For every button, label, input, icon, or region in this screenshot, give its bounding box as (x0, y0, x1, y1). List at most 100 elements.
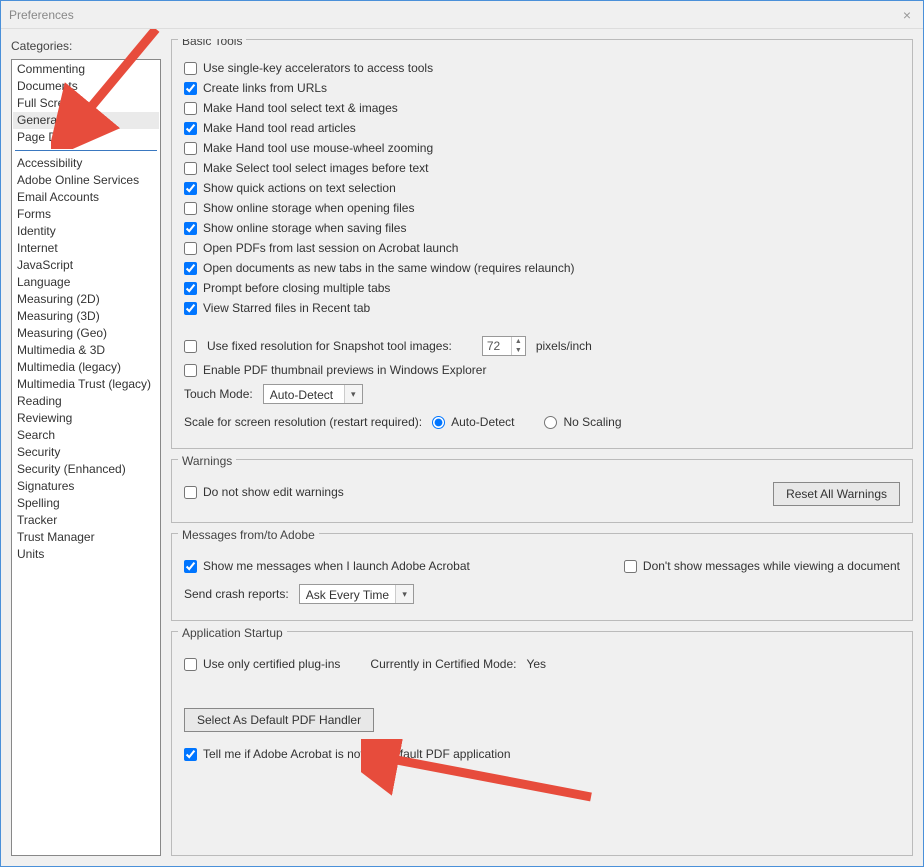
touch-mode-value: Auto-Detect (264, 385, 344, 403)
category-item[interactable]: Units (13, 546, 159, 563)
category-item[interactable]: Multimedia Trust (legacy) (13, 376, 159, 393)
category-item[interactable]: Trust Manager (13, 529, 159, 546)
touch-mode-select[interactable]: Auto-Detect ▾ (263, 384, 363, 404)
option-checkbox[interactable] (184, 282, 197, 295)
categories-label: Categories: (11, 39, 161, 53)
category-item[interactable]: Measuring (Geo) (13, 325, 159, 342)
snapshot-row: Use fixed resolution for Snapshot tool i… (184, 332, 900, 360)
edit-warnings-checkbox[interactable] (184, 486, 197, 499)
option-checkbox[interactable] (184, 202, 197, 215)
scale-none-radio[interactable] (544, 416, 557, 429)
category-item[interactable]: Internet (13, 240, 159, 257)
categories-list[interactable]: CommentingDocumentsFull ScreenGeneralPag… (11, 59, 161, 856)
option-label: Show quick actions on text selection (203, 180, 396, 196)
basic-tools-option[interactable]: Show quick actions on text selection (184, 178, 900, 198)
show-messages-option[interactable]: Show me messages when I launch Adobe Acr… (184, 556, 470, 576)
option-label: Show online storage when opening files (203, 200, 414, 216)
certified-plugins-option[interactable]: Use only certified plug-ins (184, 654, 340, 674)
tellme-default-option[interactable]: Tell me if Adobe Acrobat is not my defau… (184, 744, 900, 764)
touch-mode-row: Touch Mode: Auto-Detect ▾ (184, 380, 900, 408)
category-item[interactable]: Adobe Online Services (13, 172, 159, 189)
category-item[interactable]: Signatures (13, 478, 159, 495)
category-item[interactable]: Language (13, 274, 159, 291)
option-label: Make Hand tool select text & images (203, 100, 398, 116)
option-checkbox[interactable] (184, 82, 197, 95)
messages-group: Messages from/to Adobe Show me messages … (171, 533, 913, 621)
category-item[interactable]: Identity (13, 223, 159, 240)
basic-tools-option[interactable]: Make Hand tool use mouse-wheel zooming (184, 138, 900, 158)
category-item[interactable]: JavaScript (13, 257, 159, 274)
option-checkbox[interactable] (184, 102, 197, 115)
thumbnail-checkbox[interactable] (184, 364, 197, 377)
category-item[interactable]: Page Display (13, 129, 159, 146)
option-label: Open PDFs from last session on Acrobat l… (203, 240, 458, 256)
show-messages-checkbox[interactable] (184, 560, 197, 573)
category-item[interactable]: Measuring (2D) (13, 291, 159, 308)
option-checkbox[interactable] (184, 182, 197, 195)
category-item[interactable]: Search (13, 427, 159, 444)
category-item[interactable]: Spelling (13, 495, 159, 512)
basic-tools-option[interactable]: Open PDFs from last session on Acrobat l… (184, 238, 900, 258)
category-item[interactable]: Reviewing (13, 410, 159, 427)
category-item[interactable]: Email Accounts (13, 189, 159, 206)
option-checkbox[interactable] (184, 242, 197, 255)
option-checkbox[interactable] (184, 222, 197, 235)
category-item[interactable]: Full Screen (13, 95, 159, 112)
option-checkbox[interactable] (184, 142, 197, 155)
reset-warnings-button[interactable]: Reset All Warnings (773, 482, 900, 506)
basic-tools-option[interactable]: Show online storage when saving files (184, 218, 900, 238)
thumbnail-label: Enable PDF thumbnail previews in Windows… (203, 362, 486, 378)
category-item[interactable]: Accessibility (13, 155, 159, 172)
scale-row: Scale for screen resolution (restart req… (184, 408, 900, 436)
category-item[interactable]: Reading (13, 393, 159, 410)
basic-tools-option[interactable]: Prompt before closing multiple tabs (184, 278, 900, 298)
option-checkbox[interactable] (184, 302, 197, 315)
category-item[interactable]: Documents (13, 78, 159, 95)
group-title: Messages from/to Adobe (178, 528, 319, 534)
scale-auto-option[interactable]: Auto-Detect (432, 412, 514, 432)
category-item[interactable]: Security (Enhanced) (13, 461, 159, 478)
category-item[interactable]: General (13, 112, 159, 129)
category-divider (15, 150, 157, 151)
crash-reports-select[interactable]: Ask Every Time ▾ (299, 584, 414, 604)
basic-tools-option[interactable]: Create links from URLs (184, 78, 900, 98)
spinner-down-icon[interactable]: ▼ (512, 346, 525, 355)
snapshot-spinner[interactable]: ▲▼ (482, 336, 526, 356)
settings-panel: Basic Tools Use single-key accelerators … (171, 39, 913, 856)
categories-sidebar: Categories: CommentingDocumentsFull Scre… (11, 39, 161, 856)
scale-auto-radio[interactable] (432, 416, 445, 429)
group-title: Application Startup (178, 626, 287, 632)
snapshot-value[interactable] (483, 337, 511, 355)
category-item[interactable]: Measuring (3D) (13, 308, 159, 325)
basic-tools-option[interactable]: Use single-key accelerators to access to… (184, 58, 900, 78)
category-item[interactable]: Forms (13, 206, 159, 223)
basic-tools-option[interactable]: Show online storage when opening files (184, 198, 900, 218)
category-item[interactable]: Security (13, 444, 159, 461)
basic-tools-option[interactable]: Make Hand tool select text & images (184, 98, 900, 118)
default-pdf-handler-button[interactable]: Select As Default PDF Handler (184, 708, 374, 732)
option-checkbox[interactable] (184, 262, 197, 275)
spinner-up-icon[interactable]: ▲ (512, 337, 525, 346)
crash-reports-value: Ask Every Time (300, 585, 395, 603)
category-item[interactable]: Tracker (13, 512, 159, 529)
scale-none-option[interactable]: No Scaling (544, 412, 621, 432)
close-icon[interactable]: × (899, 8, 915, 22)
basic-tools-option[interactable]: View Starred files in Recent tab (184, 298, 900, 318)
basic-tools-option[interactable]: Make Select tool select images before te… (184, 158, 900, 178)
hide-messages-checkbox[interactable] (624, 560, 637, 573)
option-checkbox[interactable] (184, 162, 197, 175)
snapshot-checkbox[interactable] (184, 340, 197, 353)
edit-warnings-option[interactable]: Do not show edit warnings (184, 482, 344, 502)
hide-messages-option[interactable]: Don't show messages while viewing a docu… (624, 556, 900, 576)
certified-plugins-checkbox[interactable] (184, 658, 197, 671)
option-checkbox[interactable] (184, 122, 197, 135)
basic-tools-option[interactable]: Make Hand tool read articles (184, 118, 900, 138)
basic-tools-option[interactable]: Open documents as new tabs in the same w… (184, 258, 900, 278)
category-item[interactable]: Commenting (13, 61, 159, 78)
category-item[interactable]: Multimedia & 3D (13, 342, 159, 359)
category-item[interactable]: Multimedia (legacy) (13, 359, 159, 376)
touch-mode-label: Touch Mode: (184, 387, 253, 401)
titlebar: Preferences × (1, 1, 923, 29)
tellme-default-checkbox[interactable] (184, 748, 197, 761)
option-checkbox[interactable] (184, 62, 197, 75)
